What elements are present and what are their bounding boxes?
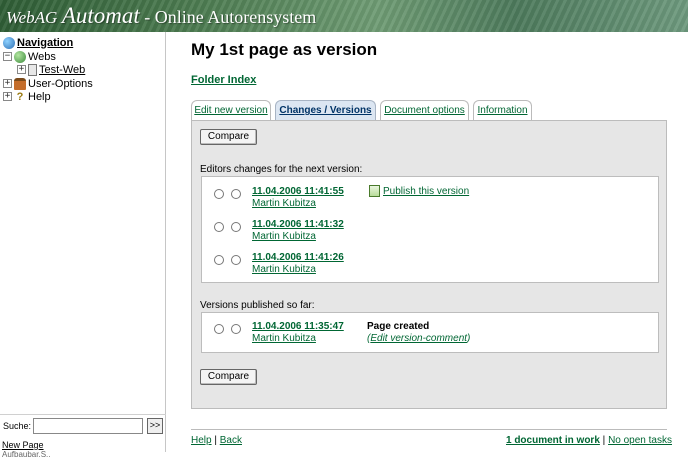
tab-information[interactable]: Information (473, 100, 532, 120)
search-go-button[interactable]: >> (147, 417, 164, 434)
radio-compare-a[interactable] (214, 255, 224, 265)
tree-label-help[interactable]: Help (28, 91, 51, 103)
radio-compare-a[interactable] (214, 324, 224, 334)
tree-label-test-web[interactable]: Test-Web (39, 64, 85, 76)
folder-index-link[interactable]: Folder Index (191, 74, 256, 86)
tree-label-webs[interactable]: Webs (28, 51, 56, 63)
radio-compare-b[interactable] (231, 222, 241, 232)
footer-separator: | (214, 435, 217, 446)
page-title: My 1st page as version (191, 40, 378, 59)
sidebar: Navigation − Webs + Test-Web + User-Opti… (0, 32, 166, 459)
tree-item-help[interactable]: + ? Help (3, 90, 51, 103)
navigation-globe-icon (3, 36, 15, 49)
footer-right: 1 document in work | No open tasks (506, 435, 672, 446)
tree-item-webs[interactable]: − Webs (3, 50, 56, 63)
new-page-subtext: Aufbaubar.S.. (2, 450, 51, 459)
version-author-link[interactable]: Martin Kubitza (252, 333, 316, 344)
tree-label-user-options[interactable]: User-Options (28, 78, 93, 90)
radio-compare-b[interactable] (231, 189, 241, 199)
tree-item-navigation[interactable]: Navigation (3, 36, 73, 49)
sidebar-search: Suche: >> (0, 414, 166, 436)
tab-label[interactable]: Document options (384, 105, 465, 116)
version-date-link[interactable]: 11.04.2006 11:35:47 (252, 321, 344, 332)
footer-separator: | (602, 435, 606, 446)
version-date-link[interactable]: 11.04.2006 11:41:55 (252, 186, 344, 197)
brand-name-part2: Automat (61, 3, 140, 28)
edit-version-comment[interactable]: (Edit version-comment) (367, 333, 470, 344)
expand-icon[interactable]: + (17, 65, 26, 74)
version-author-link[interactable]: Martin Kubitza (252, 264, 316, 275)
version-date-link[interactable]: 11.04.2006 11:41:32 (252, 219, 344, 230)
tab-label[interactable]: Information (477, 105, 527, 116)
document-icon (28, 63, 37, 76)
lock-icon (14, 77, 26, 90)
tab-edit-new-version[interactable]: Edit new version (191, 100, 271, 120)
radio-compare-b[interactable] (231, 255, 241, 265)
tab-changes-versions[interactable]: Changes / Versions (275, 100, 376, 120)
back-link[interactable]: Back (220, 435, 242, 446)
version-author-link[interactable]: Martin Kubitza (252, 198, 316, 209)
published-versions-box: 11.04.2006 11:35:47 Martin Kubitza Page … (201, 312, 659, 353)
radio-compare-a[interactable] (214, 222, 224, 232)
version-comment: Page created (367, 321, 430, 332)
footer-left: Help | Back (191, 435, 242, 446)
documents-in-work-link[interactable]: 1 document in work (506, 435, 600, 446)
publish-version-link[interactable]: Publish this version (383, 186, 469, 197)
help-link[interactable]: Help (191, 435, 212, 446)
radio-compare-a[interactable] (214, 189, 224, 199)
search-label: Suche: (3, 420, 32, 431)
compare-button-bottom[interactable]: Compare (200, 369, 257, 385)
tab-label[interactable]: Changes / Versions (279, 105, 371, 116)
new-page-link[interactable]: New Page (2, 440, 44, 450)
brand-name-part1: WebAG (6, 8, 58, 27)
open-tasks-link[interactable]: No open tasks (608, 435, 672, 446)
navigation-label[interactable]: Navigation (17, 37, 73, 49)
edit-version-comment-link[interactable]: Edit version-comment (370, 333, 467, 344)
tree-item-user-options[interactable]: + User-Options (3, 77, 93, 90)
versions-panel: Compare Editors changes for the next ver… (191, 120, 667, 409)
collapse-icon[interactable]: − (3, 52, 12, 61)
editors-changes-label: Editors changes for the next version: (200, 164, 363, 175)
help-question-icon: ? (16, 90, 24, 103)
expand-icon[interactable]: + (3, 79, 12, 88)
main-content: My 1st page as version Folder Index Edit… (167, 32, 688, 452)
publish-icon (369, 185, 380, 197)
tree-item-test-web[interactable]: + Test-Web (17, 63, 85, 76)
expand-icon[interactable]: + (3, 92, 12, 101)
published-label: Versions published so far: (200, 300, 315, 311)
compare-button-top[interactable]: Compare (200, 129, 257, 145)
brand-suffix: - Online Autorensystem (139, 7, 317, 27)
version-author-link[interactable]: Martin Kubitza (252, 231, 316, 242)
footer-divider (191, 429, 667, 430)
webs-globe-icon (14, 50, 26, 63)
header-banner: WebAG Automat - Online Autorensystem (0, 0, 688, 32)
app-title: WebAG Automat - Online Autorensystem (6, 3, 316, 29)
radio-compare-b[interactable] (231, 324, 241, 334)
version-date-link[interactable]: 11.04.2006 11:41:26 (252, 252, 344, 263)
tab-label[interactable]: Edit new version (194, 105, 267, 116)
tab-document-options[interactable]: Document options (380, 100, 469, 120)
search-input[interactable] (33, 417, 144, 434)
pending-versions-box: 11.04.2006 11:41:55 Martin Kubitza Publi… (201, 176, 659, 283)
